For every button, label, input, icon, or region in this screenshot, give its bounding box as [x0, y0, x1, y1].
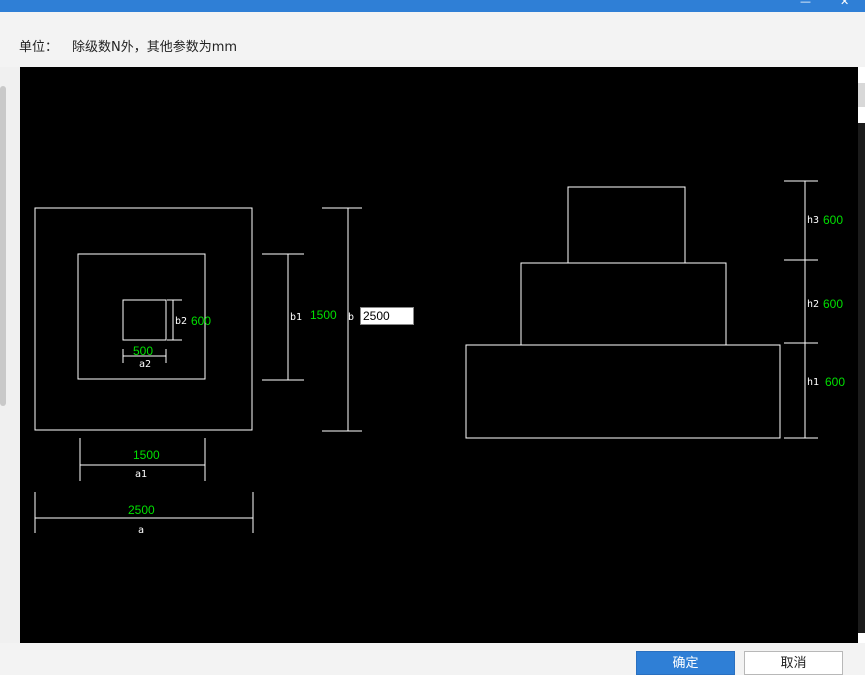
h3-value: 600: [823, 213, 843, 227]
unit-label: 单位：: [19, 40, 59, 55]
left-scrollbar[interactable]: [0, 86, 6, 406]
right-panel-dark-area: [858, 123, 865, 633]
h2-label: h2: [807, 299, 819, 310]
a2-value: 500: [133, 344, 153, 358]
right-panel: [858, 67, 865, 643]
h2-value: 600: [823, 297, 843, 311]
b1-label: b1: [290, 312, 302, 323]
section-top-step: [567, 186, 686, 264]
a1-value: 1500: [133, 448, 160, 462]
minimize-icon[interactable]: —: [800, 0, 811, 8]
h1-value: 600: [825, 375, 845, 389]
h1-label: h1: [807, 377, 819, 388]
plan-outer-rect: [34, 207, 253, 431]
close-icon[interactable]: ✕: [840, 0, 849, 8]
plan-inner-rect: [122, 299, 167, 341]
b2-value: 600: [191, 314, 211, 328]
a2-label: a2: [139, 359, 151, 370]
b-label: b: [348, 312, 354, 323]
a1-label: a1: [135, 469, 147, 480]
drawing-canvas: 500 a2 b2 600 b1 1500 b 1500 a1 2500 a h…: [20, 67, 858, 643]
h3-label: h3: [807, 215, 819, 226]
foundation-drawing: 500 a2 b2 600 b1 1500 b 1500 a1 2500 a h…: [34, 180, 845, 536]
section-middle-step: [520, 262, 727, 346]
button-bar: [0, 643, 865, 669]
unit-row: 单位： 除级数N外，其他参数为mm: [0, 12, 865, 67]
right-panel-band: [858, 83, 865, 107]
b2-label: b2: [175, 316, 187, 327]
section-bottom-step: [465, 344, 781, 439]
unit-description: 除级数N外，其他参数为mm: [72, 40, 238, 55]
title-bar: — ✕: [0, 0, 865, 12]
b1-value: 1500: [310, 308, 337, 322]
cancel-button[interactable]: 取消: [744, 651, 843, 675]
a-label: a: [138, 525, 144, 536]
ok-button[interactable]: 确定: [636, 651, 735, 675]
a-value: 2500: [128, 503, 155, 517]
b-value-input[interactable]: [360, 307, 414, 325]
